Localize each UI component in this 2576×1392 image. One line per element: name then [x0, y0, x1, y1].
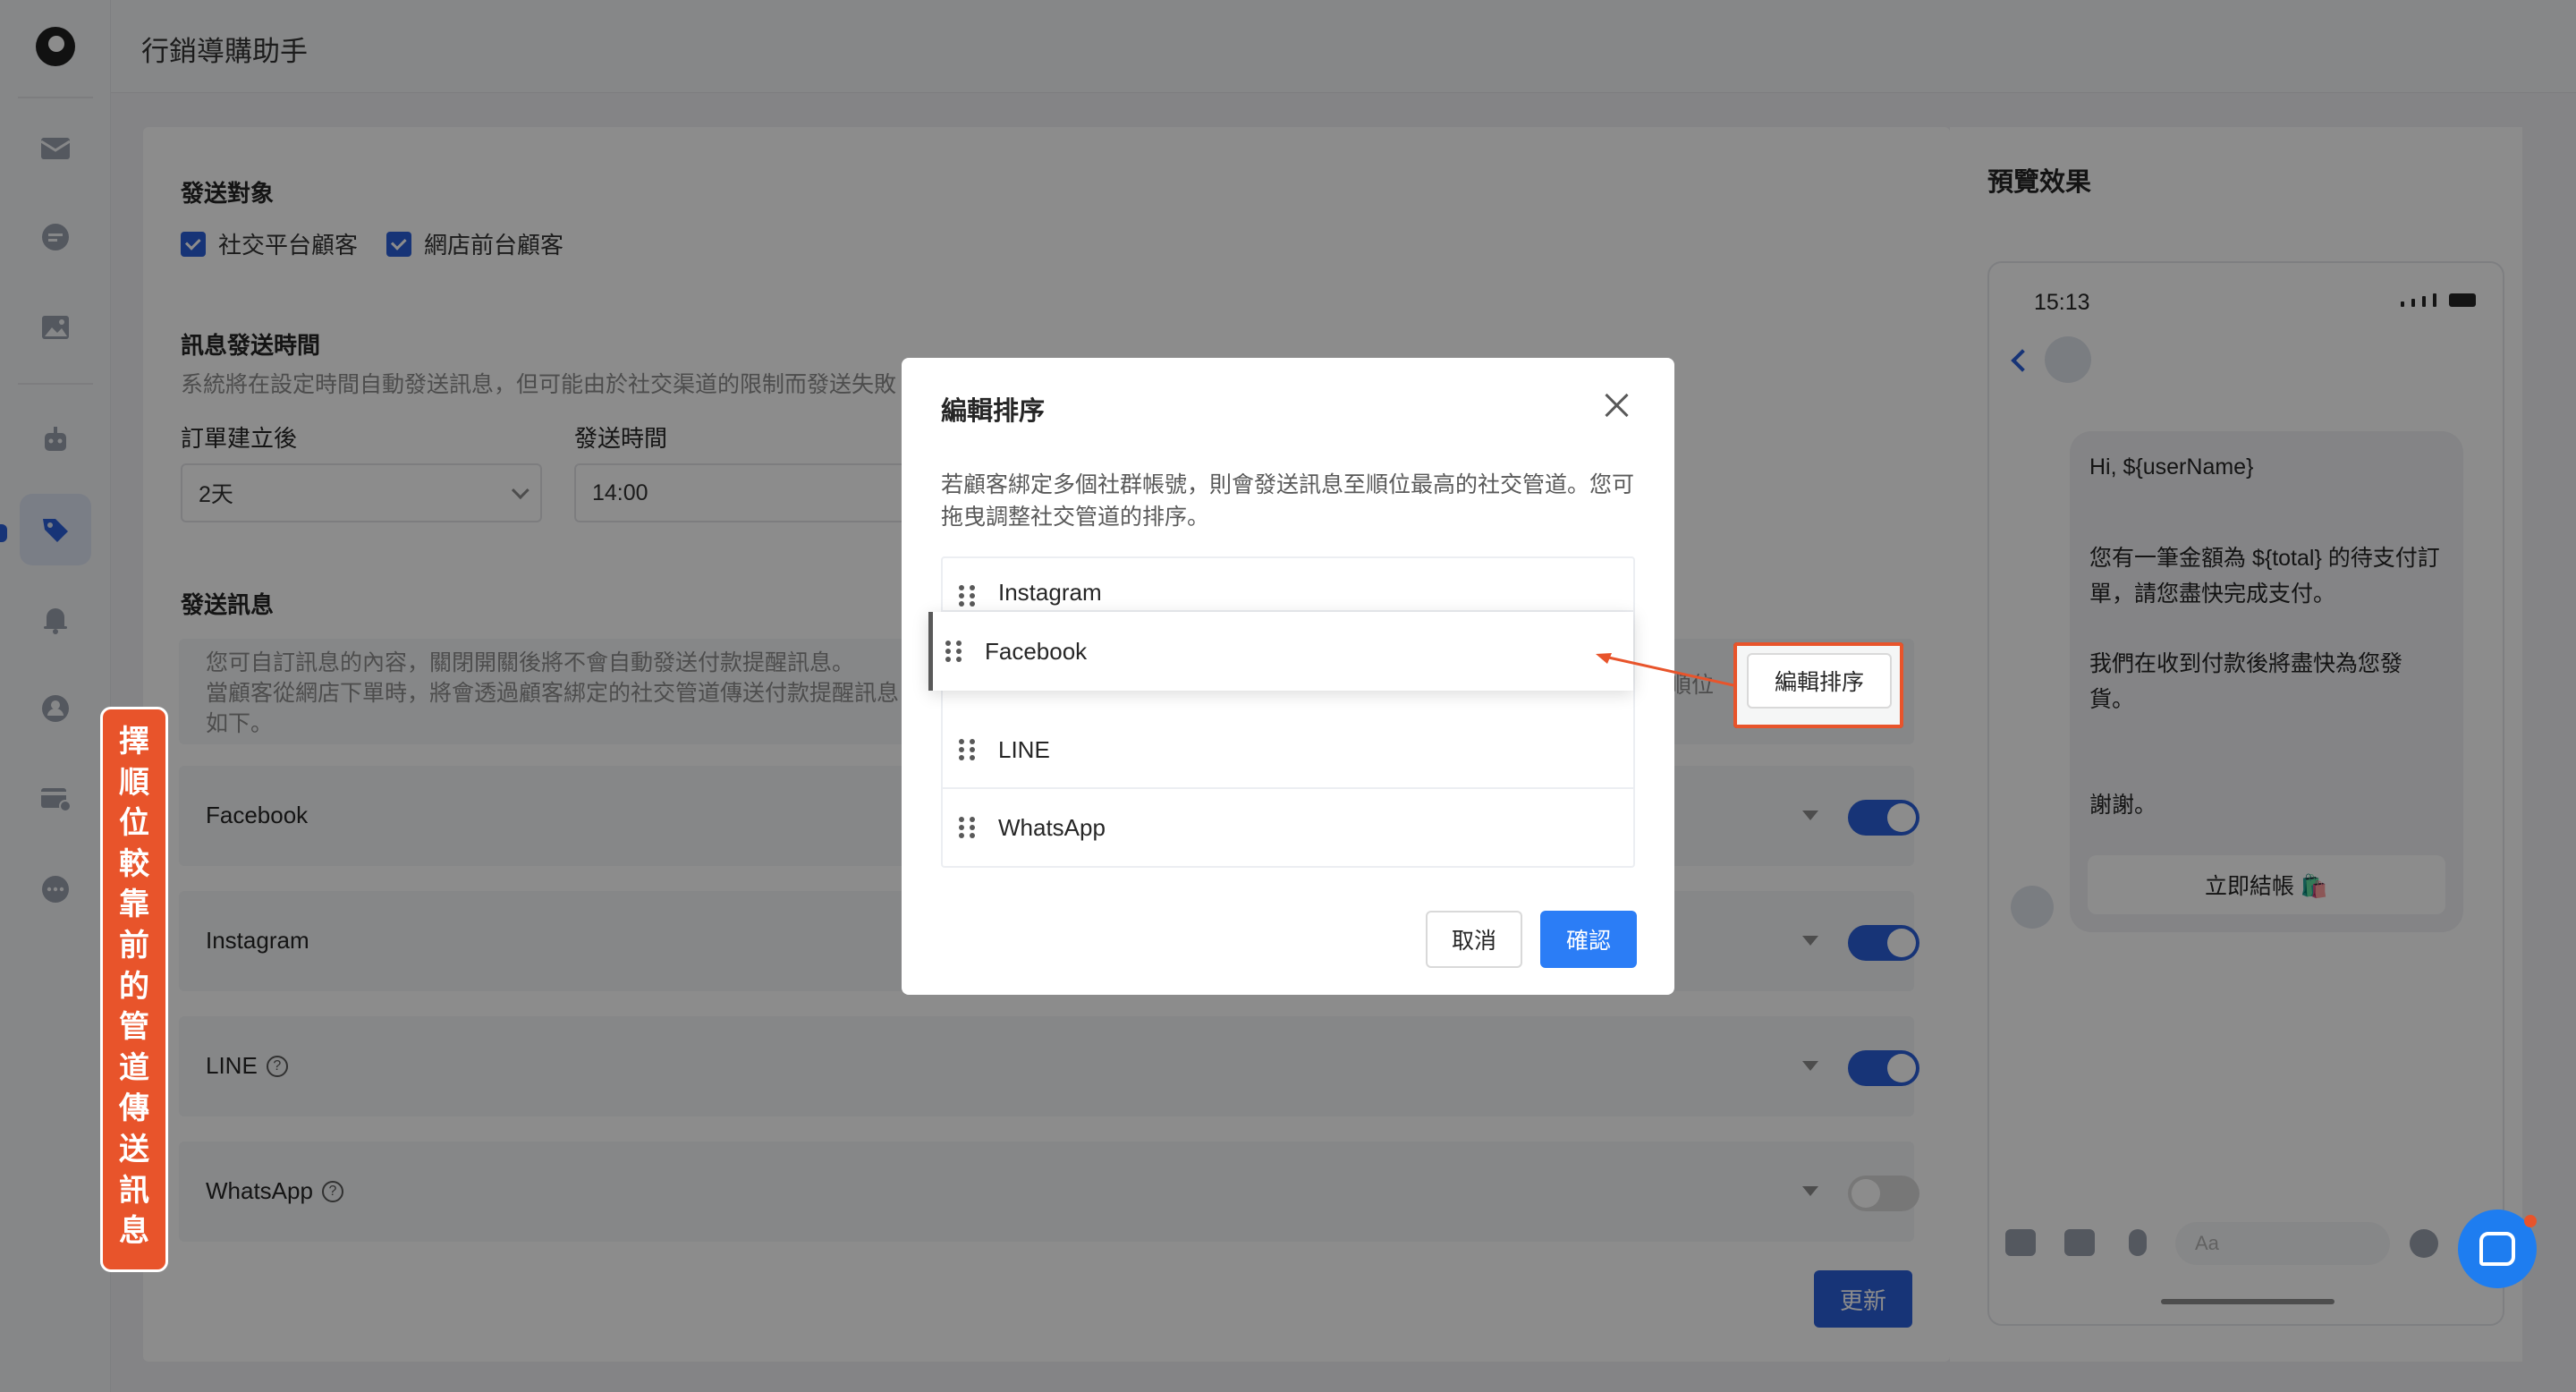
close-icon[interactable]: [1599, 388, 1635, 424]
edit-sort-modal: 編輯排序 若顧客綁定多個社群帳號，則會發送訊息至順位最高的社交管道。您可拖曳調整…: [902, 358, 1674, 995]
annotation-vertical-text: 擇順位較靠前的管道傳送訊息: [103, 722, 165, 1252]
sort-item-facebook-dragging[interactable]: Facebook: [928, 612, 1633, 691]
drag-handle-icon[interactable]: [945, 641, 962, 662]
edit-sort-button-highlighted[interactable]: 編輯排序: [1747, 653, 1892, 709]
drag-handle-icon[interactable]: [959, 817, 975, 838]
modal-description: 若顧客綁定多個社群帳號，則會發送訊息至順位最高的社交管道。您可拖曳調整社交管道的…: [941, 472, 1635, 530]
drag-handle-icon[interactable]: [959, 739, 975, 760]
annotation-text: 擇順位較靠前的管道傳送訊息: [119, 725, 149, 1249]
drag-handle-icon[interactable]: [959, 585, 975, 607]
cancel-button[interactable]: 取消: [1426, 911, 1522, 968]
annotation-arrow: [1596, 653, 1734, 687]
sort-item-label: LINE: [998, 735, 1050, 763]
modal-title: 編輯排序: [941, 397, 1046, 426]
chat-support-button[interactable]: [2458, 1210, 2537, 1288]
sort-item-label: Instagram: [998, 579, 1102, 606]
annotation-banner: 擇順位較靠前的管道傳送訊息: [100, 707, 168, 1272]
sort-item-label: Facebook: [985, 637, 1088, 665]
sort-item-instagram[interactable]: Instagram: [943, 558, 1633, 612]
sort-item-whatsapp[interactable]: WhatsApp: [943, 789, 1633, 866]
notification-dot: [2524, 1215, 2537, 1227]
sort-item-label: WhatsApp: [998, 813, 1106, 841]
sort-list: Instagram LINE WhatsApp: [941, 556, 1635, 868]
confirm-button[interactable]: 確認: [1540, 911, 1637, 968]
sort-item-line[interactable]: LINE: [943, 712, 1633, 789]
chat-bubble-icon: [2479, 1232, 2515, 1266]
